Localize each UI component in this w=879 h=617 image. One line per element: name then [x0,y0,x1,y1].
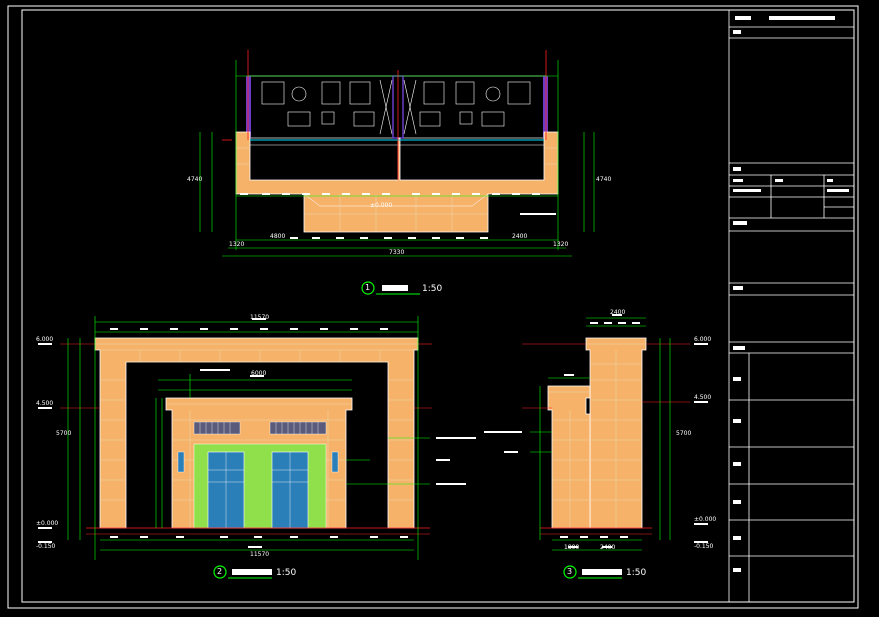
view-3-scale: 1:50 [626,568,647,578]
view-3-number: 3 [567,567,573,576]
front-dim-inner-top: 6000 [251,370,267,377]
front-elevation [38,316,476,560]
title-block-text-bars [733,16,849,572]
view-1-marker [361,281,420,295]
front-level-low: -0.150 [36,543,56,550]
front-level-zero: ±0.000 [36,520,59,527]
plan-dim-right: 1320 [553,241,569,248]
side-level-top: 6.000 [694,336,712,343]
side-level-zero: ±0.000 [694,516,717,523]
title-block [728,10,854,602]
view-1-scale: 1:50 [422,284,443,294]
view-3-marker [563,565,622,579]
front-dim-bottom-total: 11570 [250,551,270,558]
plan-view [199,50,595,257]
front-dim-top-total: 11570 [250,314,270,321]
view-2-number: 2 [217,567,223,576]
view-1-number: 1 [365,283,371,292]
plan-dim-mid-right: 2400 [512,233,528,240]
view-2-marker [213,565,272,579]
side-elevation [484,314,708,551]
plan-dim-right-vert: 4740 [596,176,612,183]
side-dim-bottom-b: 2400 [600,544,616,551]
plan-dim-left-vert: 4740 [187,176,203,183]
side-level-mid: 4.500 [694,394,712,401]
side-dim-height: 5700 [676,430,692,437]
side-dim-bottom-a: 1800 [564,544,580,551]
cad-drawing-canvas [7,5,859,609]
side-level-low: -0.150 [694,543,714,550]
plan-dim-mid-left: 4800 [270,233,286,240]
side-dim-top: 2400 [610,309,626,316]
front-level-top: 6.000 [36,336,54,343]
plan-dim-total: 7330 [389,249,405,256]
view-2-scale: 1:50 [276,568,297,578]
plan-level: ±0.000 [370,202,393,209]
plan-dim-left: 1320 [229,241,245,248]
front-level-mid: 4.500 [36,400,54,407]
front-dim-height: 5700 [56,430,72,437]
